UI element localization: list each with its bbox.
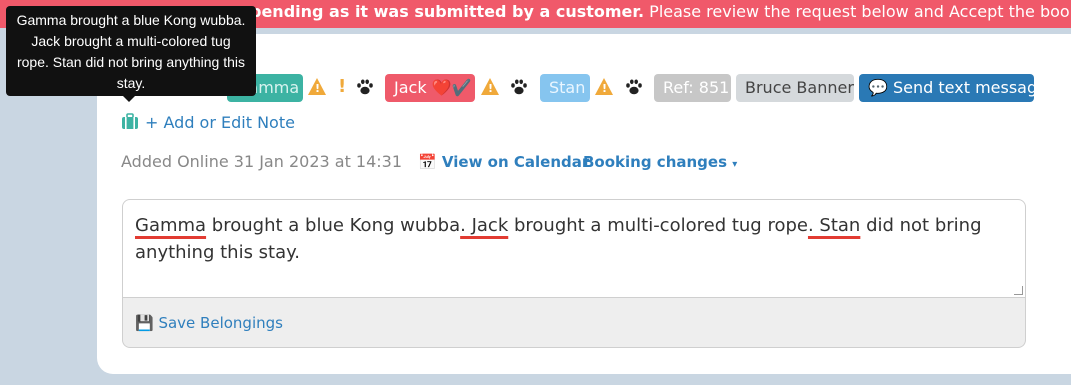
spellcheck-word: Gamma xyxy=(135,215,207,236)
belongings-text-segment: brought a multi-colored tug rope xyxy=(508,215,808,236)
warning-icon: ! xyxy=(308,78,326,95)
save-belongings-footer: 💾 Save Belongings xyxy=(122,298,1026,348)
chat-bubble-icon: 💬 xyxy=(868,78,888,97)
alert-text: Please review the request below and Acce… xyxy=(649,2,1071,21)
belongings-text: Gamma brought a blue Kong wubba. Jack br… xyxy=(135,215,982,263)
spellcheck-word: . Jack xyxy=(460,215,509,236)
calendar-icon: 📅 xyxy=(418,153,437,171)
booking-changes-dropdown[interactable]: Booking changes ▾ xyxy=(583,153,737,171)
pet-badge-stan[interactable]: Stan xyxy=(540,74,590,102)
paw-icon xyxy=(626,79,642,95)
spellcheck-word: . Stan xyxy=(807,215,861,236)
alert-exclamation-icon: ! xyxy=(338,76,347,97)
suitcase-icon xyxy=(122,113,138,129)
owner-badge[interactable]: Bruce Banner xyxy=(736,74,854,102)
resize-handle[interactable] xyxy=(1014,286,1023,295)
view-on-calendar-link[interactable]: 📅 View on Calendar xyxy=(418,153,589,171)
send-text-message-button[interactable]: 💬 Send text message xyxy=(859,74,1047,102)
pet-badge-jack-label: Jack xyxy=(394,78,427,97)
pet-badge-jack[interactable]: Jack ❤️✔️ xyxy=(385,74,475,102)
heart-check-icon: ❤️✔️ xyxy=(431,78,472,97)
booking-changes-label: Booking changes xyxy=(583,153,728,171)
save-belongings-button[interactable]: 💾 Save Belongings xyxy=(135,314,283,332)
save-belongings-label: Save Belongings xyxy=(158,314,283,332)
warning-icon: ! xyxy=(481,78,499,95)
reference-badge: Ref: 851 xyxy=(654,74,731,102)
tooltip-arrow xyxy=(123,96,135,102)
send-text-message-label: Send text message xyxy=(893,78,1047,97)
added-online-text: Added Online 31 Jan 2023 at 14:31 xyxy=(121,152,403,171)
paw-icon xyxy=(511,79,527,95)
paw-icon xyxy=(357,79,373,95)
warning-icon: ! xyxy=(595,78,613,95)
floppy-disk-icon: 💾 xyxy=(135,314,154,332)
add-edit-note-link[interactable]: + Add or Edit Note xyxy=(145,113,295,132)
belongings-textarea[interactable]: Gamma brought a blue Kong wubba. Jack br… xyxy=(122,199,1026,298)
belongings-text-segment: brought a blue Kong wubba xyxy=(206,215,461,236)
alert-bold-text: pending as it was submitted by a custome… xyxy=(250,2,645,21)
belongings-tooltip: Gamma brought a blue Kong wubba. Jack br… xyxy=(6,6,256,96)
caret-down-icon: ▾ xyxy=(732,159,738,170)
tooltip-text: Gamma brought a blue Kong wubba. Jack br… xyxy=(16,12,246,91)
view-on-calendar-label: View on Calendar xyxy=(441,153,590,171)
